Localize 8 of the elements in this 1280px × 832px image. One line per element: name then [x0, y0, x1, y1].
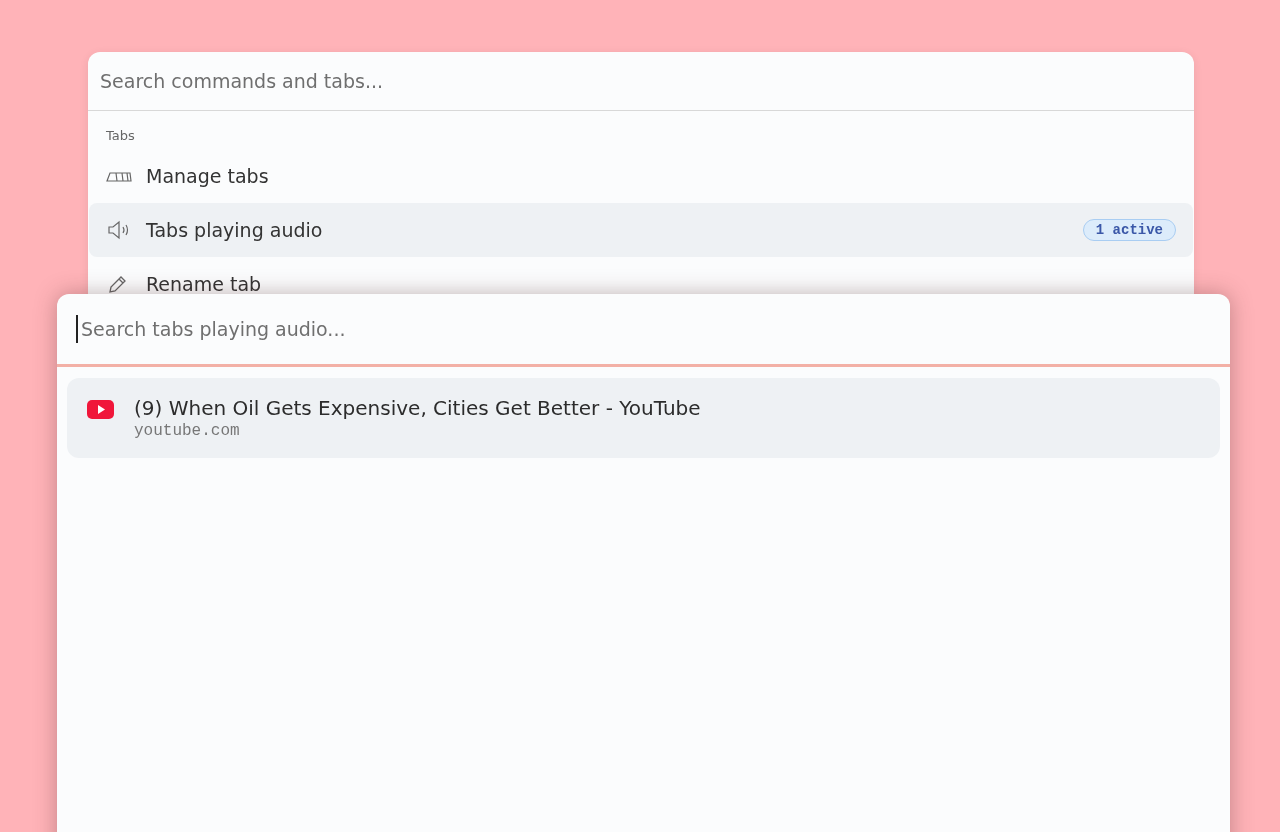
- tabs-icon: [106, 170, 132, 182]
- command-item[interactable]: Tabs playing audio 1 active: [89, 203, 1193, 257]
- tab-result[interactable]: (9) When Oil Gets Expensive, Cities Get Better - YouTube youtube.com: [67, 378, 1220, 458]
- count-badge: 1 active: [1082, 219, 1176, 241]
- section-heading: Tabs: [105, 127, 136, 145]
- command-item[interactable]: Manage tabs: [89, 149, 1193, 203]
- video-play-icon: [87, 400, 114, 419]
- search-field[interactable]: Search commands and tabs...: [88, 52, 1194, 111]
